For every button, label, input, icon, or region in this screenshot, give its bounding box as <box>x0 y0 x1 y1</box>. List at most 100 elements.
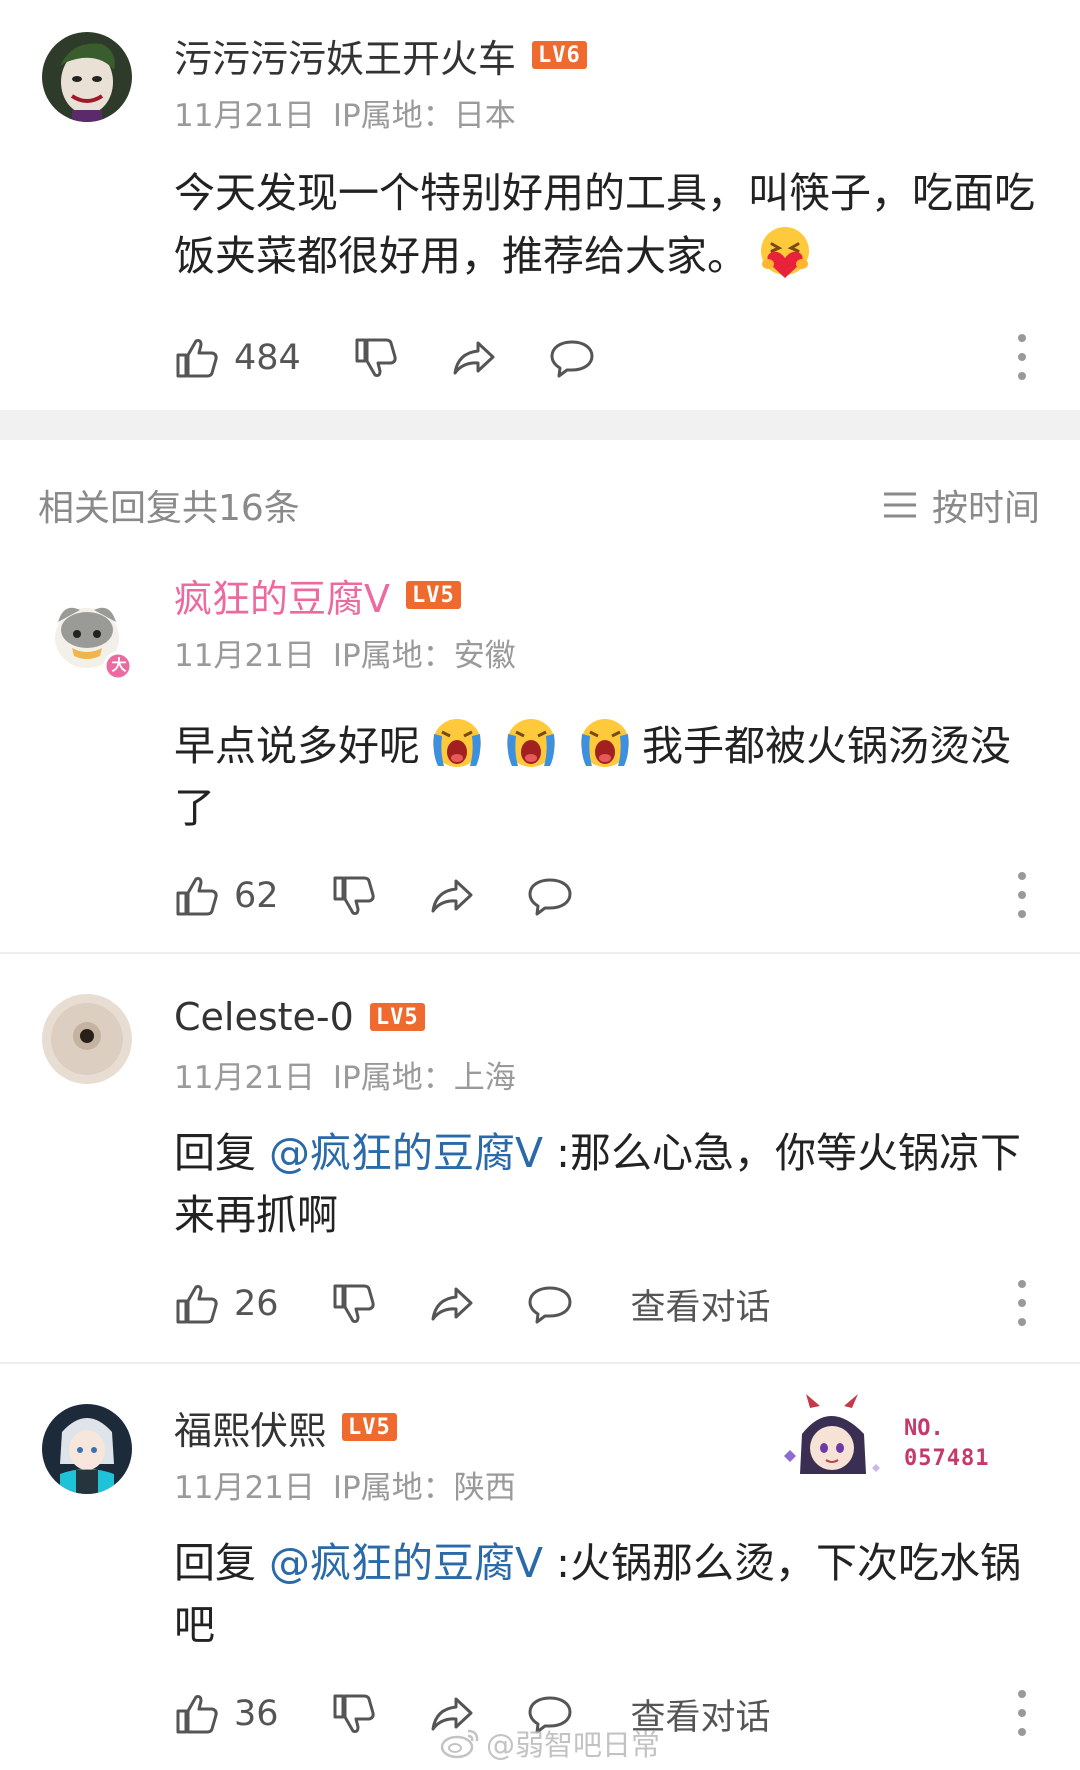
badge-no-label: NO. <box>904 1416 944 1441</box>
more-options-icon[interactable] <box>1016 1690 1028 1736</box>
crying-face-icon <box>502 714 560 772</box>
like-button[interactable]: 484 <box>174 335 301 381</box>
thumbs-up-icon <box>176 877 218 916</box>
replies-count-title: 相关回复共16条 <box>38 488 300 529</box>
mention-link[interactable]: @疯狂的豆腐V <box>269 1539 543 1587</box>
dislike-button[interactable] <box>353 335 399 381</box>
like-count: 26 <box>234 1284 279 1324</box>
comment-actions: 62 <box>174 868 573 924</box>
badge-number: 057481 <box>904 1446 990 1471</box>
share-button[interactable] <box>451 335 497 381</box>
more-options-icon[interactable] <box>1016 334 1028 380</box>
more-options-icon[interactable] <box>1016 1280 1028 1326</box>
comment-text: 早点说多好呢 <box>174 722 420 770</box>
like-button[interactable]: 36 <box>174 1691 279 1737</box>
comment-date: 11月21日 <box>174 1470 315 1506</box>
like-count: 62 <box>234 876 279 916</box>
comment-date: 11月21日 <box>174 638 315 674</box>
like-button[interactable]: 26 <box>174 1281 279 1327</box>
level-badge: LV5 <box>342 1413 397 1441</box>
comment-meta: 11月21日 IP属地：日本 <box>174 90 516 135</box>
crying-face-icon <box>428 714 486 772</box>
author-row: 污污污污妖王开火车 LV6 <box>174 32 587 81</box>
weibo-logo-icon <box>440 1729 479 1759</box>
user-badge: 大 <box>111 656 127 674</box>
reply-item: Celeste-0 LV5 11月21日 IP属地：上海 回复 @疯狂的豆腐V :… <box>0 954 1080 1362</box>
level-badge: LV6 <box>532 41 587 69</box>
comment-content: 回复 @疯狂的豆腐V :火锅那么烫，下次吃水锅吧 <box>174 1532 1044 1656</box>
author-row: 福熙伏熙 LV5 <box>174 1404 397 1453</box>
avatar[interactable] <box>42 1404 132 1494</box>
sort-button[interactable]: 按时间 <box>882 479 1040 531</box>
avatar[interactable]: 大 <box>42 590 132 680</box>
reply-prefix: 回复 <box>174 1539 270 1587</box>
thumbs-up-icon <box>176 1285 218 1324</box>
comment-content: 今天发现一个特别好用的工具，叫筷子，吃面吃饭夹菜都很好用，推荐给大家。 <box>174 162 1044 287</box>
like-count: 484 <box>234 338 301 378</box>
comment-ip: IP属地：日本 <box>332 98 516 134</box>
comment-ip: IP属地：陕西 <box>332 1470 516 1506</box>
comment-ip: IP属地：上海 <box>332 1060 516 1096</box>
comment-content: 回复 @疯狂的豆腐V :那么心急，你等火锅凉下来再抓啊 <box>174 1122 1044 1246</box>
thumbs-up-icon <box>176 1695 218 1734</box>
sort-label: 按时间 <box>931 488 1040 529</box>
level-badge: LV5 <box>406 581 461 609</box>
thumbs-down-icon <box>333 1694 375 1733</box>
reply-button[interactable] <box>527 1281 573 1327</box>
comment-bubble-icon <box>528 878 572 916</box>
mention-link[interactable]: @疯狂的豆腐V <box>269 1129 543 1177</box>
share-icon <box>431 879 473 913</box>
avatar[interactable] <box>42 32 132 122</box>
thumbs-down-icon <box>355 338 397 377</box>
decoration-badge: NO. 057481 <box>780 1394 1010 1494</box>
comment-actions: 26 查看对话 <box>174 1276 771 1332</box>
author-row: 疯狂的豆腐V LV5 <box>174 572 461 621</box>
comment-meta: 11月21日 IP属地：陕西 <box>174 1462 516 1507</box>
reply-button[interactable] <box>527 873 573 919</box>
dislike-button[interactable] <box>331 873 377 919</box>
share-button[interactable] <box>429 1281 475 1327</box>
comment-content: 早点说多好呢 我手都被火锅汤烫没了 <box>174 714 1044 839</box>
reply-item: 大 疯狂的豆腐V LV5 11月21日 IP属地：安徽 早点说多好呢 我手都被火锅… <box>0 540 1080 952</box>
comment-meta: 11月21日 IP属地：上海 <box>174 1052 516 1097</box>
menu-lines-icon <box>883 492 916 518</box>
like-count: 36 <box>234 1694 279 1734</box>
reply-item: 福熙伏熙 LV5 NO. 057481 11月21日 IP属地：陕西 回复 @疯狂… <box>0 1364 1080 1770</box>
more-options-icon[interactable] <box>1016 872 1028 918</box>
comment-ip: IP属地：安徽 <box>332 638 516 674</box>
author-name[interactable]: 福熙伏熙 <box>174 1400 326 1455</box>
watermark-text: @弱智吧日常 <box>486 1728 661 1762</box>
thumbs-up-icon <box>176 339 218 378</box>
author-name[interactable]: 污污污污妖王开火车 <box>174 28 516 83</box>
thumbs-down-icon <box>333 876 375 915</box>
comment-text: 今天发现一个特别好用的工具，叫筷子，吃面吃饭夹菜都很好用，推荐给大家。 <box>174 169 1035 280</box>
author-name[interactable]: Celeste-0 <box>174 995 354 1039</box>
thumbs-down-icon <box>333 1284 375 1323</box>
comment-bubble-icon <box>528 1286 572 1324</box>
author-name[interactable]: 疯狂的豆腐V <box>174 568 390 623</box>
reply-button[interactable] <box>549 335 595 381</box>
share-button[interactable] <box>429 873 475 919</box>
level-badge: LV5 <box>369 1003 425 1031</box>
avatar[interactable] <box>42 994 132 1084</box>
comment-actions: 484 <box>174 330 595 386</box>
like-button[interactable]: 62 <box>174 873 279 919</box>
comment-date: 11月21日 <box>174 98 315 134</box>
section-separator <box>0 410 1080 440</box>
share-icon <box>453 341 495 375</box>
anime-character-icon <box>784 1394 880 1474</box>
crying-face-icon <box>576 714 634 772</box>
dislike-button[interactable] <box>331 1691 377 1737</box>
main-comment: 污污污污妖王开火车 LV6 11月21日 IP属地：日本 今天发现一个特别好用的工… <box>0 0 1080 410</box>
heart-hug-emoji-icon <box>756 224 814 282</box>
author-row: Celeste-0 LV5 <box>174 994 425 1040</box>
comment-date: 11月21日 <box>174 1060 315 1096</box>
view-conversation-link[interactable]: 查看对话 <box>631 1279 771 1330</box>
reply-prefix: 回复 <box>174 1129 270 1177</box>
comment-bubble-icon <box>550 340 594 378</box>
watermark: @弱智吧日常 <box>440 1722 660 1764</box>
replies-header: 相关回复共16条 按时间 <box>38 480 1040 530</box>
dislike-button[interactable] <box>331 1281 377 1327</box>
share-icon <box>431 1287 473 1321</box>
comment-meta: 11月21日 IP属地：安徽 <box>174 630 516 675</box>
